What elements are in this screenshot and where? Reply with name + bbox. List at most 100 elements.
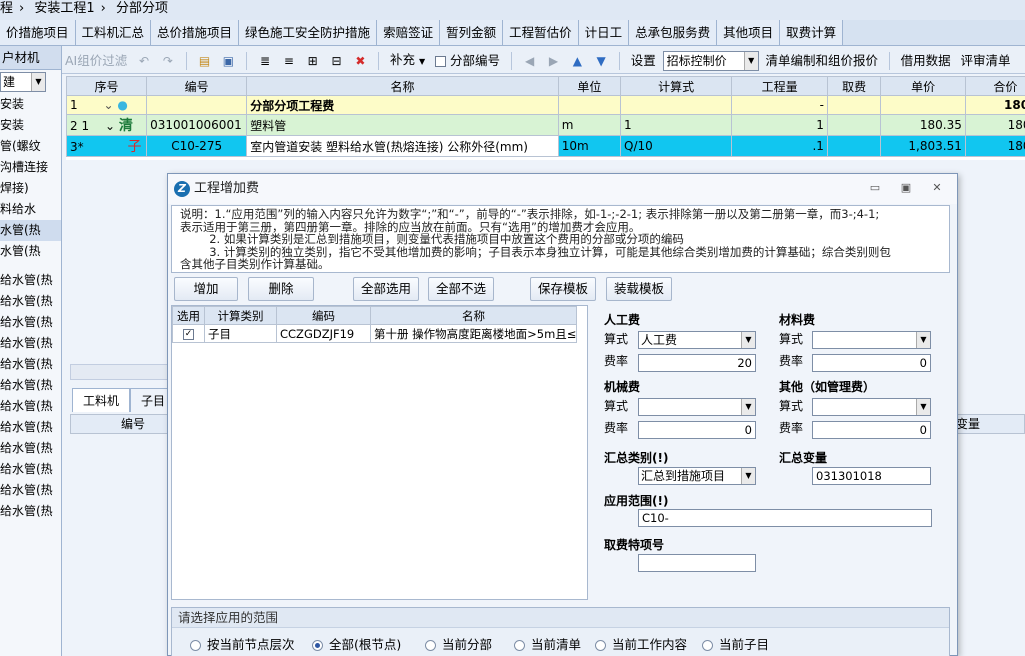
add-button[interactable]: 增加: [174, 277, 238, 301]
breadcrumb-item[interactable]: 程: [0, 1, 13, 16]
tab-total-measures[interactable]: 总价措施项目: [151, 20, 240, 45]
col-header-formula[interactable]: 计算式: [619, 76, 733, 96]
col-header-seq[interactable]: 序号: [65, 76, 148, 96]
arrow-right-icon[interactable]: ▶: [545, 53, 561, 69]
scope-radio-current-sub[interactable]: 当前子目: [702, 634, 769, 653]
material-formula-select[interactable]: ▼: [812, 331, 931, 349]
fee-cell[interactable]: [826, 95, 882, 115]
price-cell[interactable]: 1,803.51: [880, 135, 966, 157]
list-item[interactable]: 水管(热: [0, 220, 61, 241]
select-cell[interactable]: ✓: [172, 324, 205, 343]
code-cell[interactable]: 031001006001: [146, 114, 248, 136]
machine-formula-select[interactable]: ▼: [638, 398, 756, 416]
total-cell[interactable]: 180.3: [964, 95, 1025, 115]
borrow-data-button[interactable]: 借用数据: [901, 47, 951, 75]
save-template-button[interactable]: 保存模板: [530, 277, 596, 301]
col-header-total[interactable]: 合价: [964, 76, 1025, 96]
list-item[interactable]: 沟槽连接: [0, 157, 61, 178]
total-cell[interactable]: 180.1: [964, 135, 1025, 157]
list-item[interactable]: 焊接): [0, 178, 61, 199]
tab-fee-calc[interactable]: 取费计算: [780, 20, 844, 45]
row-seq-cell[interactable]: 2 1 ⌄ 清: [65, 114, 148, 136]
price-cell[interactable]: [880, 95, 966, 115]
scope-radio-current-division[interactable]: 当前分部: [425, 634, 492, 653]
select-all-button[interactable]: 全部选用: [353, 277, 419, 301]
name-cell[interactable]: 分部分项工程费: [246, 95, 559, 115]
list-item[interactable]: 安装: [0, 94, 61, 115]
collapse-icon[interactable]: ⌄: [105, 119, 115, 133]
name-cell[interactable]: 塑料管: [246, 114, 559, 136]
qty-cell[interactable]: .1: [731, 135, 828, 157]
col-header-qty[interactable]: 工程量: [731, 76, 828, 96]
select-none-button[interactable]: 全部不选: [428, 277, 494, 301]
list-item[interactable]: 给水管(热: [0, 417, 61, 438]
apply-scope-input[interactable]: C10-: [638, 509, 932, 527]
list-item[interactable]: 给水管(热: [0, 312, 61, 333]
code-cell[interactable]: [146, 95, 248, 115]
tab-claims[interactable]: 索赔签证: [377, 20, 441, 45]
redo-icon[interactable]: ↷: [160, 53, 176, 69]
tab-provisional-price[interactable]: 工程暂估价: [503, 20, 579, 45]
sub-code-checkbox[interactable]: 分部编号: [435, 47, 500, 75]
checkbox-checked-icon[interactable]: ✓: [183, 328, 194, 340]
monitor-icon[interactable]: ▣: [220, 53, 236, 69]
tab-other-items[interactable]: 其他项目: [717, 20, 781, 45]
tab-measure-items[interactable]: 价措施项目: [0, 20, 76, 45]
labor-rate-input[interactable]: 20: [638, 354, 756, 372]
insert-sub-icon[interactable]: ⊟: [329, 53, 345, 69]
unit-cell[interactable]: 10m: [557, 135, 622, 157]
list-item[interactable]: 给水管(热: [0, 501, 61, 522]
table-row[interactable]: 2 1 ⌄ 清 031001006001 塑料管 m 1 1 180.35 18…: [65, 114, 1025, 136]
col-header-select[interactable]: 选用: [172, 306, 205, 325]
name-cell[interactable]: 第十册 操作物高度距离楼地面>5m且≤: [370, 324, 577, 343]
control-price-select[interactable]: 招标控制价 ▼: [662, 51, 759, 71]
category-cell[interactable]: 子目: [204, 324, 277, 343]
col-header-variable[interactable]: 变量: [956, 415, 980, 433]
summary-category-select[interactable]: 汇总到措施项目 ▼: [638, 467, 756, 485]
horizontal-scrollbar[interactable]: [70, 364, 170, 380]
table-row[interactable]: ✓ 子目 CCZGDZJF19 第十册 操作物高度距离楼地面>5m且≤: [172, 324, 577, 343]
outdent-icon[interactable]: ≡: [281, 53, 297, 69]
tab-contractor-service[interactable]: 总承包服务费: [629, 20, 718, 45]
col-header-code[interactable]: 编码: [276, 306, 371, 325]
list-item[interactable]: 水管(热: [0, 241, 61, 262]
name-cell[interactable]: 室内管道安装 塑料给水管(热熔连接) 公称外径(mm): [246, 135, 559, 157]
maximize-icon[interactable]: ▣: [899, 182, 913, 196]
qty-cell[interactable]: 1: [731, 114, 828, 136]
fee-cell[interactable]: [826, 114, 882, 136]
formula-cell[interactable]: Q/10: [619, 135, 733, 157]
arrow-left-icon[interactable]: ◀: [522, 53, 538, 69]
list-item[interactable]: 料给水: [0, 199, 61, 220]
fee-cell[interactable]: [826, 135, 882, 157]
arrow-up-icon[interactable]: ▲: [569, 53, 585, 69]
list-item[interactable]: 给水管(热: [0, 333, 61, 354]
list-editing-button[interactable]: 清单编制和组价报价: [765, 47, 878, 75]
col-header-code[interactable]: 编号: [121, 415, 145, 433]
settings-button[interactable]: 设置: [631, 47, 656, 75]
minimize-icon[interactable]: ▭: [868, 182, 882, 196]
list-item[interactable]: 给水管(热: [0, 291, 61, 312]
list-item[interactable]: 给水管(热: [0, 375, 61, 396]
scope-radio-current-list[interactable]: 当前清单: [514, 634, 581, 653]
undo-icon[interactable]: ↶: [136, 53, 152, 69]
col-header-price[interactable]: 单价: [880, 76, 966, 96]
supplement-dropdown[interactable]: 补充 ▼: [390, 46, 425, 76]
review-list-button[interactable]: 评审清单: [960, 47, 1010, 75]
labor-formula-select[interactable]: 人工费 ▼: [638, 331, 756, 349]
table-row[interactable]: 3* 子 C10-275 室内管道安装 塑料给水管(热熔连接) 公称外径(mm)…: [65, 135, 1025, 157]
collapse-icon[interactable]: ⌄: [103, 98, 113, 112]
delete-button[interactable]: 删除: [248, 277, 314, 301]
col-header-category[interactable]: 计算类别: [204, 306, 277, 325]
machine-rate-input[interactable]: 0: [638, 421, 756, 439]
code-cell[interactable]: C10-275: [146, 135, 248, 157]
tab-material-summary[interactable]: 工料机汇总: [75, 20, 152, 45]
other-rate-input[interactable]: 0: [812, 421, 931, 439]
list-item[interactable]: 给水管(热: [0, 438, 61, 459]
breadcrumb-item[interactable]: 安装工程1: [34, 1, 94, 16]
list-item[interactable]: 给水管(热: [0, 270, 61, 291]
special-item-input[interactable]: [638, 554, 756, 572]
insert-row-icon[interactable]: ⊞: [305, 53, 321, 69]
tab-provisional-sum[interactable]: 暂列金额: [440, 20, 504, 45]
qty-cell[interactable]: -: [731, 95, 828, 115]
list-item[interactable]: 管(螺纹: [0, 136, 61, 157]
